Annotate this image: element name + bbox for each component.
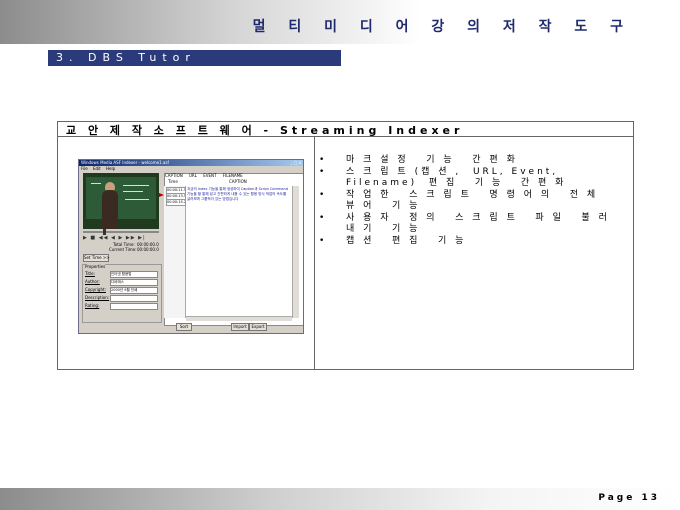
rating-field[interactable] xyxy=(110,303,158,310)
set-time-button[interactable]: Set Time >> xyxy=(83,254,110,262)
feature-text: 마 크 설 정 기 능 간 편 화 xyxy=(346,155,518,165)
import-button[interactable]: Import xyxy=(231,323,249,331)
seek-bar[interactable] xyxy=(83,229,159,235)
list-item: • 작 업 한 스 크 립 트 명 령 어 의 전 체 뷰 어 기 능 xyxy=(319,189,599,212)
app-screenshot: Windows Media ASF Indexer - welcome1.asf… xyxy=(78,159,304,334)
vertical-scrollbar[interactable] xyxy=(292,186,299,318)
property-row: Description: xyxy=(85,295,158,302)
list-item: • 캡 션 편 집 기 능 xyxy=(319,235,467,246)
tab-caption[interactable]: CAPTION xyxy=(165,173,183,178)
feature-text: 사 용 자 정 의 스 크 립 트 파 일 불 러 내 기 기 능 xyxy=(346,212,610,235)
section-title: 3. DBS Tutor xyxy=(56,51,196,64)
section-bar: 3. DBS Tutor xyxy=(48,50,341,66)
caption-column-header: CAPTION xyxy=(229,179,247,184)
app-window-title: Windows Media ASF Indexer - welcome1.asf xyxy=(81,160,169,165)
property-row: Copyright: 2000년 9월 인쇄 xyxy=(85,287,158,294)
description-field[interactable] xyxy=(110,295,158,302)
title-field[interactable]: 인터넷 활용법 xyxy=(110,271,158,278)
table-header-text: 교 안 제 작 소 프 트 웨 어 - Streaming Indexer xyxy=(66,124,464,137)
footer-band xyxy=(0,488,680,510)
feature-text: 캡 션 편 집 기 능 xyxy=(346,235,467,246)
current-time-value: 00:00:00.0 xyxy=(137,247,159,252)
list-item: • 마 크 설 정 기 능 간 편 화 xyxy=(319,155,518,165)
window-controls[interactable]: _ □ x xyxy=(290,160,301,166)
time-cell[interactable]: 00:00:15.2 xyxy=(166,199,186,206)
author-field[interactable]: 디비에스 xyxy=(110,279,158,286)
property-row: Title: 인터넷 활용법 xyxy=(85,271,158,278)
current-time-label: Current Time: xyxy=(109,247,137,252)
current-row-arrow-icon xyxy=(159,193,164,197)
time-column-header: Time xyxy=(168,179,178,184)
slide-title: 멀 티 미 디 어 강 의 저 작 도 구 xyxy=(252,19,632,35)
properties-legend: Properties xyxy=(85,264,106,269)
menu-file[interactable]: File xyxy=(81,166,88,171)
lecturer xyxy=(102,190,118,229)
list-item: • 스 크 립 트 (캡 션 , URL, Event, Filename) 편 … xyxy=(319,166,567,189)
page-number: Page 13 xyxy=(598,493,660,503)
feature-list: • 마 크 설 정 기 능 간 편 화 • 스 크 립 트 (캡 션 , URL, … xyxy=(310,155,610,247)
tab-filename[interactable]: FILENAME xyxy=(223,173,243,178)
tab-url[interactable]: URL xyxy=(189,173,197,178)
horizontal-scrollbar[interactable] xyxy=(186,316,292,321)
caption-text[interactable]: 지금의 Index 기능을 통해 생성하여 Caption과 Script Co… xyxy=(187,187,289,207)
feature-text: 스 크 립 트 (캡 션 , URL, Event, Filename) 편 집… xyxy=(346,166,567,189)
property-row: Author: 디비에스 xyxy=(85,279,158,286)
menu-help[interactable]: Help xyxy=(106,166,115,171)
tab-event[interactable]: EVENT xyxy=(203,173,216,178)
properties-group: Properties Title: 인터넷 활용법 Author: 디비에스 C… xyxy=(82,264,162,323)
video-preview xyxy=(83,173,159,229)
list-item: • 사 용 자 정 의 스 크 립 트 파 일 불 러 내 기 기 능 xyxy=(319,212,610,235)
script-tabs: CAPTION URL EVENT FILENAME xyxy=(165,173,248,178)
menu-edit[interactable]: Edit xyxy=(93,166,101,171)
feature-text: 작 업 한 스 크 립 트 명 령 어 의 전 체 뷰 어 기 능 xyxy=(346,189,599,212)
export-button[interactable]: Export xyxy=(249,323,267,331)
sort-button[interactable]: Sort xyxy=(176,323,192,331)
property-row: Rating: xyxy=(85,303,158,310)
app-menubar: File Edit Help xyxy=(79,166,303,171)
copyright-field[interactable]: 2000년 9월 인쇄 xyxy=(110,287,158,294)
table-header: 교 안 제 작 소 프 트 웨 어 - Streaming Indexer xyxy=(58,122,633,137)
transport-controls[interactable]: ▶ ■ ◀◀ ◀ ▶ ▶▶ ▶| xyxy=(83,235,146,241)
